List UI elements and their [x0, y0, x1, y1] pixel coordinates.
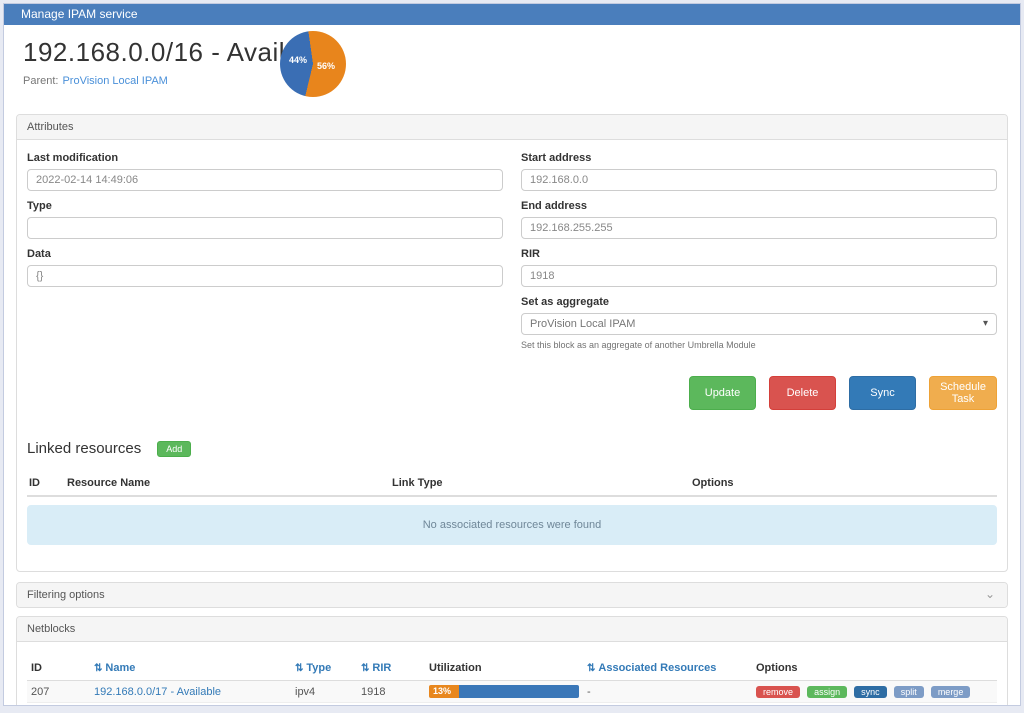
split-button[interactable]: split: [894, 686, 924, 698]
start-address-label: Start address: [521, 152, 997, 164]
utilization-used-segment: 13%: [429, 685, 459, 698]
netblocks-panel-title: Netblocks: [27, 623, 75, 635]
remove-button[interactable]: remove: [756, 686, 800, 698]
aggregate-select[interactable]: ProVision Local IPAM ▾: [521, 313, 997, 335]
nb-row-assoc: -: [583, 703, 752, 707]
netblock-row: 214 192.168.128.0/17 - Department A ipv4…: [27, 703, 997, 707]
data-field[interactable]: [27, 265, 503, 287]
assign-button[interactable]: assign: [807, 686, 847, 698]
nb-col-utilization: Utilization: [425, 656, 583, 681]
page-title: 192.168.0.0/16 - Available: [23, 37, 1020, 68]
rir-label: RIR: [521, 248, 997, 260]
end-address-label: End address: [521, 200, 997, 212]
utilization-bar: 13%: [429, 685, 579, 698]
parent-label: Parent:: [23, 75, 58, 87]
utilization-free-segment: [459, 685, 579, 698]
netblocks-panel: Netblocks ID ⇅Name ⇅Type ⇅RIR Utilizatio…: [16, 616, 1008, 706]
netblock-link[interactable]: 192.168.0.0/17 - Available: [94, 686, 221, 698]
rir-field[interactable]: [521, 265, 997, 287]
sync-row-button[interactable]: sync: [854, 686, 887, 698]
title-area: 192.168.0.0/16 - Available Parent: ProVis…: [4, 25, 1020, 114]
filtering-options-header[interactable]: Filtering options ⌄: [17, 583, 1007, 607]
delete-button[interactable]: Delete: [769, 376, 836, 410]
sort-icon: ⇅: [361, 663, 369, 674]
aggregate-selected-value: ProVision Local IPAM: [530, 318, 635, 330]
type-label: Type: [27, 200, 503, 212]
no-resources-alert: No associated resources were found: [27, 505, 997, 545]
nb-row-type: ipv4: [291, 703, 357, 707]
type-field[interactable]: [27, 217, 503, 239]
page-card: Manage IPAM service 192.168.0.0/16 - Ava…: [3, 3, 1021, 706]
breadcrumb: Parent: ProVision Local IPAM: [23, 75, 1020, 87]
sort-icon: ⇅: [295, 663, 303, 674]
parent-link[interactable]: ProVision Local IPAM: [62, 75, 167, 87]
schedule-task-button[interactable]: Schedule Task: [929, 376, 997, 410]
window-title-bar: Manage IPAM service: [4, 4, 1020, 25]
nb-row-rir: 1918: [357, 681, 425, 703]
aggregate-help-text: Set this block as an aggregate of anothe…: [521, 340, 997, 350]
pie-label-orange: 56%: [317, 61, 335, 71]
netblocks-panel-header: Netblocks: [17, 617, 1007, 642]
last-modification-label: Last modification: [27, 152, 503, 164]
update-button[interactable]: Update: [689, 376, 756, 410]
nb-col-id: ID: [27, 656, 90, 681]
end-address-field[interactable]: [521, 217, 997, 239]
chevron-down-icon[interactable]: ⌄: [985, 587, 995, 601]
aggregate-label: Set as aggregate: [521, 296, 997, 308]
data-label: Data: [27, 248, 503, 260]
sync-button[interactable]: Sync: [849, 376, 916, 410]
lr-col-link-type: Link Type: [390, 471, 690, 496]
nb-col-associated-resources[interactable]: ⇅Associated Resources: [583, 656, 752, 681]
netblocks-table: ID ⇅Name ⇅Type ⇅RIR Utilization ⇅Associa…: [27, 656, 997, 706]
netblock-row: 207 192.168.0.0/17 - Available ipv4 1918…: [27, 681, 997, 703]
attributes-panel: Attributes Last modification Type Data: [16, 114, 1008, 572]
last-modification-field[interactable]: [27, 169, 503, 191]
linked-resources-table: ID Resource Name Link Type Options: [27, 471, 997, 497]
nb-row-rir: 1918: [357, 703, 425, 707]
nb-row-id: 207: [27, 681, 90, 703]
pie-label-blue: 44%: [289, 55, 307, 65]
lr-col-resource-name: Resource Name: [65, 471, 390, 496]
nb-row-type: ipv4: [291, 681, 357, 703]
sort-icon: ⇅: [94, 663, 102, 674]
nb-col-name[interactable]: ⇅Name: [90, 656, 291, 681]
nb-col-type[interactable]: ⇅Type: [291, 656, 357, 681]
linked-resources-title: Linked resources: [27, 440, 141, 457]
attributes-panel-title: Attributes: [27, 121, 73, 133]
start-address-field[interactable]: [521, 169, 997, 191]
sort-icon: ⇅: [587, 663, 595, 674]
merge-button[interactable]: merge: [931, 686, 971, 698]
filtering-options-title: Filtering options: [27, 589, 105, 601]
select-caret-icon: ▾: [983, 314, 988, 334]
nb-row-assoc: -: [583, 681, 752, 703]
window-title: Manage IPAM service: [21, 7, 138, 21]
lr-col-id: ID: [27, 471, 65, 496]
attributes-panel-header: Attributes: [17, 115, 1007, 140]
nb-row-id: 214: [27, 703, 90, 707]
nb-col-rir[interactable]: ⇅RIR: [357, 656, 425, 681]
nb-col-options: Options: [752, 656, 997, 681]
utilization-pie-chart: 44% 56%: [280, 31, 346, 97]
lr-col-options: Options: [690, 471, 997, 496]
filtering-options-panel: Filtering options ⌄: [16, 582, 1008, 608]
add-linked-resource-button[interactable]: Add: [157, 441, 191, 457]
